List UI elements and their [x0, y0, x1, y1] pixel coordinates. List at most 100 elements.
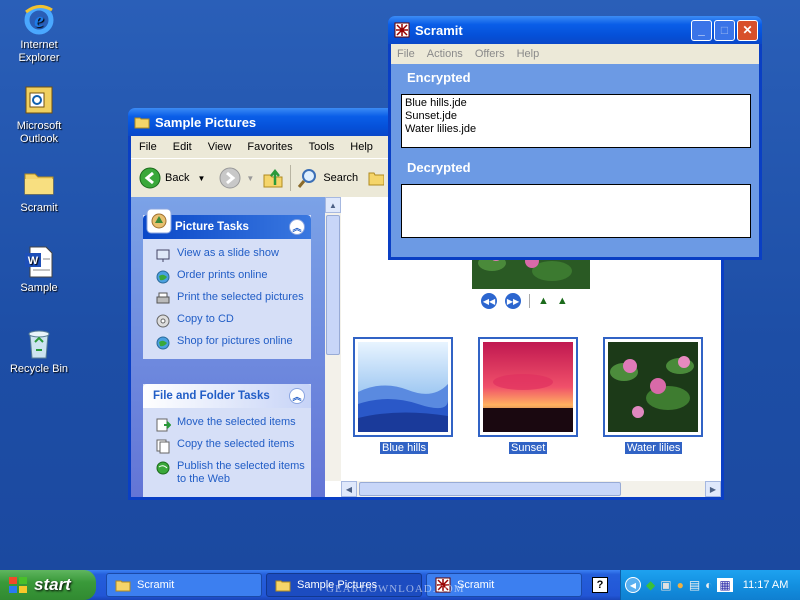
folders-icon[interactable]	[368, 169, 385, 187]
desktop-icon-outlook[interactable]: Microsoft Outlook	[0, 83, 78, 146]
menu-file[interactable]: File	[131, 141, 165, 153]
horizontal-scrollbar[interactable]: ◀ ▶	[341, 481, 721, 497]
start-button[interactable]: start	[0, 570, 96, 600]
desktop-icon-label: Internet Explorer	[18, 39, 60, 64]
thumbnail-blue-hills[interactable]	[353, 337, 453, 437]
back-button[interactable]: Back ▼	[139, 167, 205, 189]
scroll-up-arrow-icon[interactable]: ▲	[325, 197, 341, 213]
thumbnail-label: Sunset	[509, 442, 548, 454]
speaker-icon[interactable]: ◐	[705, 578, 712, 592]
panel-title: Picture Tasks	[175, 221, 249, 233]
printer-icon[interactable]: ▤	[689, 578, 700, 592]
menu-edit[interactable]: Edit	[165, 141, 200, 153]
desktop-icon-recycle-bin[interactable]: Recycle Bin	[0, 326, 78, 376]
tray-expand-icon[interactable]: ◀	[625, 577, 641, 593]
picture-tasks-panel: Picture Tasks ︽ View as a slide show Ord…	[143, 208, 311, 359]
folder-icon	[115, 578, 131, 592]
shield-icon[interactable]: ◆	[646, 578, 655, 592]
cd-icon	[155, 313, 171, 329]
collapse-chevron-icon[interactable]: ︽	[289, 388, 305, 404]
desktop-icon-label: Sample	[20, 282, 58, 294]
desktop-icon-sample[interactable]: W Sample	[0, 245, 78, 295]
task-print-pictures[interactable]: Print the selected pictures	[155, 291, 311, 307]
task-move-items[interactable]: Move the selected items	[155, 416, 311, 432]
search-icon	[297, 167, 319, 189]
rotate-clockwise-icon[interactable]: ▲	[538, 295, 549, 307]
next-image-icon[interactable]: ▶▶	[505, 293, 521, 309]
file-folder-tasks-header[interactable]: File and Folder Tasks ︽	[143, 384, 311, 408]
dropdown-arrow-icon[interactable]: ▼	[246, 174, 254, 183]
thumbnail-label: Blue hills	[380, 442, 429, 454]
close-button[interactable]: ✕	[737, 19, 758, 41]
collapse-chevron-icon[interactable]: ︽	[289, 219, 305, 235]
start-label: start	[34, 575, 71, 594]
desktop-icon-label: Recycle Bin	[9, 363, 69, 375]
thumbnail-label: Water lilies	[625, 442, 683, 454]
encrypted-file-list[interactable]: Blue hills.jde Sunset.jde Water lilies.j…	[401, 94, 751, 148]
list-item[interactable]: Water lilies.jde	[405, 123, 747, 136]
desktop-icon-scramit[interactable]: Scramit	[0, 165, 78, 215]
scroll-right-arrow-icon[interactable]: ▶	[705, 481, 721, 497]
system-tray: ◀ ◆ ▣ ● ▤ ◐ ▦ 11:17 AM	[620, 570, 800, 600]
decrypted-file-list[interactable]	[401, 184, 751, 238]
scramit-menubar: File Actions Offers Help	[391, 44, 759, 64]
rotate-counterclockwise-icon[interactable]: ▲	[557, 295, 568, 307]
list-item[interactable]: Blue hills.jde	[405, 97, 747, 110]
menu-tools[interactable]: Tools	[301, 141, 343, 153]
taskbar-button-label: Scramit	[137, 579, 175, 591]
scroll-thumb[interactable]	[326, 215, 340, 355]
task-view-slideshow[interactable]: View as a slide show	[155, 247, 311, 263]
messenger-icon[interactable]: ▦	[717, 578, 733, 592]
task-shop-pictures[interactable]: Shop for pictures online	[155, 335, 311, 351]
task-publish-web[interactable]: Publish the selected items to the Web	[155, 460, 311, 486]
copy-icon	[155, 438, 171, 454]
menu-actions[interactable]: Actions	[421, 48, 469, 60]
scroll-thumb[interactable]	[359, 482, 621, 496]
forward-button[interactable]	[219, 167, 241, 189]
back-label: Back	[165, 172, 190, 184]
dropdown-arrow-icon[interactable]: ▼	[197, 174, 205, 183]
task-copy-cd[interactable]: Copy to CD	[155, 313, 311, 329]
menu-help[interactable]: Help	[342, 141, 381, 153]
window-title: Scramit	[415, 22, 463, 38]
menu-favorites[interactable]: Favorites	[239, 141, 300, 153]
picture-tasks-icon	[145, 207, 173, 235]
list-item[interactable]: Sunset.jde	[405, 110, 747, 123]
menu-help[interactable]: Help	[511, 48, 546, 60]
menu-file[interactable]: File	[391, 48, 421, 60]
minimize-button[interactable]: _	[691, 19, 712, 41]
controls-separator	[529, 294, 530, 308]
menu-offers[interactable]: Offers	[469, 48, 511, 60]
scramit-body: Encrypted Blue hills.jde Sunset.jde Wate…	[391, 64, 759, 257]
printer-icon	[155, 291, 171, 307]
recycle-bin-icon	[22, 326, 56, 360]
encrypted-label: Encrypted	[407, 70, 471, 85]
desktop-icon-internet-explorer[interactable]: e Internet Explorer	[0, 2, 78, 65]
scramit-titlebar[interactable]: Scramit _ □ ✕	[388, 16, 762, 44]
scroll-left-arrow-icon[interactable]: ◀	[341, 481, 357, 497]
maximize-button[interactable]: □	[714, 19, 735, 41]
search-button[interactable]: Search	[297, 167, 358, 189]
windows-logo-icon	[8, 576, 28, 594]
task-copy-items[interactable]: Copy the selected items	[155, 438, 311, 454]
previous-image-icon[interactable]: ◀◀	[481, 293, 497, 309]
globe-icon	[155, 460, 171, 476]
preview-controls: ◀◀ ▶▶ ▲ ▲	[481, 293, 568, 309]
folder-icon	[134, 115, 150, 129]
file-folder-tasks-panel: File and Folder Tasks ︽ Move the selecte…	[143, 384, 311, 497]
help-icon[interactable]: ?	[592, 577, 608, 593]
task-order-prints[interactable]: Order prints online	[155, 269, 311, 285]
task-pane: Picture Tasks ︽ View as a slide show Ord…	[131, 197, 325, 497]
thumbnail-sunset[interactable]	[478, 337, 578, 437]
menu-view[interactable]: View	[200, 141, 240, 153]
vertical-scrollbar[interactable]: ▲	[325, 197, 341, 481]
up-folder-button[interactable]	[262, 167, 284, 189]
thumbnail-water-lilies[interactable]	[603, 337, 703, 437]
globe-icon	[155, 269, 171, 285]
back-arrow-icon	[139, 167, 161, 189]
network-icon[interactable]: ▣	[660, 578, 671, 592]
scramit-window: Scramit _ □ ✕ File Actions Offers Help E…	[388, 16, 762, 260]
users-icon[interactable]: ●	[677, 578, 684, 592]
taskbar-button-scramit-folder[interactable]: Scramit	[106, 573, 262, 597]
scramit-app-icon	[394, 22, 410, 38]
